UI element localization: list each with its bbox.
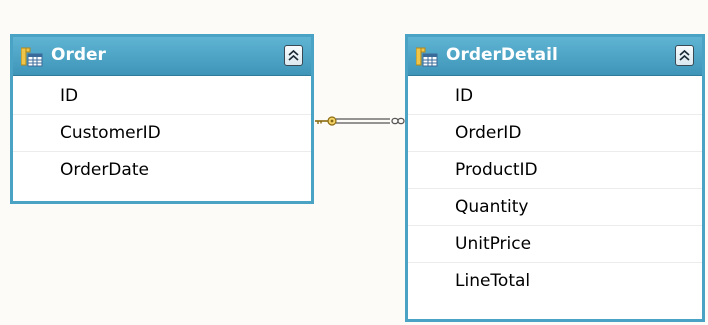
table-icon: [415, 47, 438, 67]
double-chevron-up-icon: [288, 49, 299, 61]
column-row[interactable]: OrderDate: [13, 152, 311, 189]
table-title: OrderDetail: [446, 45, 558, 65]
column-list: ID CustomerID OrderDate: [13, 78, 311, 189]
column-row[interactable]: UnitPrice: [408, 226, 702, 263]
table-header[interactable]: Order: [13, 37, 311, 76]
table-orderdetail[interactable]: OrderDetail ID OrderID ProductID Quantit…: [405, 34, 705, 322]
table-order[interactable]: Order ID CustomerID OrderDate: [10, 34, 314, 204]
diagram-canvas: Order ID CustomerID OrderDate OrderDetai…: [0, 0, 708, 325]
table-title: Order: [51, 45, 106, 65]
key-icon: [315, 116, 337, 126]
table-header[interactable]: OrderDetail: [408, 37, 702, 76]
collapse-button[interactable]: [284, 45, 303, 66]
column-list: ID OrderID ProductID Quantity UnitPrice …: [408, 78, 702, 300]
column-row[interactable]: ProductID: [408, 152, 702, 189]
table-icon: [20, 47, 43, 67]
column-row[interactable]: LineTotal: [408, 263, 702, 300]
collapse-button[interactable]: [675, 45, 694, 66]
column-row[interactable]: OrderID: [408, 115, 702, 152]
infinity-icon: [391, 117, 405, 125]
column-row[interactable]: Quantity: [408, 189, 702, 226]
column-row[interactable]: CustomerID: [13, 115, 311, 152]
column-row[interactable]: ID: [408, 78, 702, 115]
relationship-connector[interactable]: [312, 108, 407, 134]
double-chevron-up-icon: [679, 49, 690, 61]
column-row[interactable]: ID: [13, 78, 311, 115]
